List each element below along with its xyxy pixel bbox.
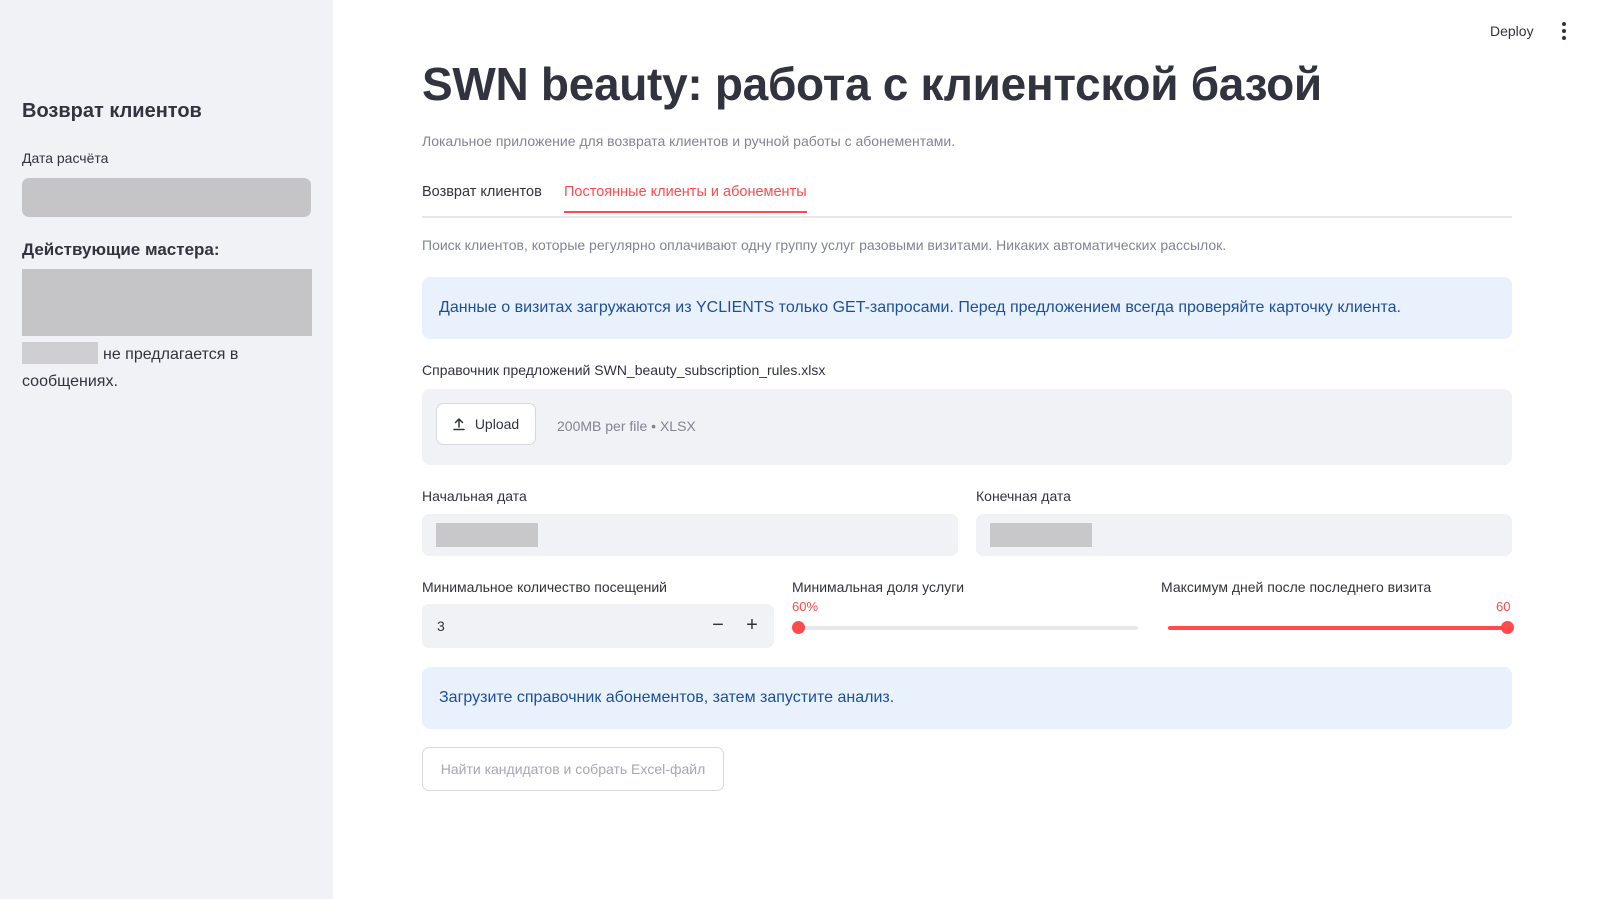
- tab-client-return[interactable]: Возврат клиентов: [422, 184, 542, 210]
- max-days-value: 60: [1496, 599, 1511, 614]
- deploy-button[interactable]: Deploy: [1490, 23, 1534, 39]
- status-alert-text: Загрузите справочник абонементов, затем …: [439, 689, 895, 706]
- min-share-label: Минимальная доля услуги: [792, 579, 965, 595]
- sidebar: Возврат клиентов Дата расчёта Действующи…: [0, 0, 333, 899]
- decrement-button[interactable]: −: [706, 614, 730, 638]
- slider-thumb[interactable]: [1501, 621, 1514, 634]
- redacted-block: [22, 342, 98, 364]
- info-alert: Данные о визитах загружаются из YCLIENTS…: [422, 277, 1512, 339]
- slider-thumb[interactable]: [792, 621, 805, 634]
- active-masters-list: [22, 269, 312, 336]
- file-dropzone[interactable]: Upload 200MB per file • XLSX: [422, 389, 1512, 465]
- tab-bar: Возврат клиентов Постоянные клиенты и аб…: [422, 184, 1512, 218]
- start-date-label: Начальная дата: [422, 488, 527, 504]
- find-candidates-button[interactable]: Найти кандидатов и собрать Excel-файл: [422, 747, 724, 791]
- status-alert: Загрузите справочник абонементов, затем …: [422, 667, 1512, 729]
- sidebar-note: не предлагается в сообщениях.: [22, 341, 322, 395]
- active-masters-label: Действующие мастера:: [22, 240, 220, 259]
- sidebar-title: Возврат клиентов: [22, 100, 202, 122]
- upload-button-label: Upload: [474, 416, 520, 432]
- upload-icon: [453, 418, 465, 431]
- min-share-value: 60%: [792, 599, 819, 614]
- min-share-slider[interactable]: [792, 620, 1138, 636]
- tab-description: Поиск клиентов, которые регулярно оплачи…: [422, 237, 1227, 253]
- max-days-slider[interactable]: [1168, 620, 1514, 636]
- min-visits-label: Минимальное количество посещений: [422, 579, 667, 595]
- min-visits-value[interactable]: 3: [437, 618, 445, 634]
- end-date-input[interactable]: [976, 514, 1512, 556]
- upload-button[interactable]: Upload: [436, 403, 536, 445]
- end-date-label: Конечная дата: [976, 488, 1071, 504]
- max-days-label: Максимум дней после последнего визита: [1161, 579, 1432, 595]
- calc-date-label: Дата расчёта: [22, 150, 109, 166]
- page-caption: Локальное приложение для возврата клиент…: [422, 133, 956, 149]
- tab-regular-clients[interactable]: Постоянные клиенты и абонементы: [564, 184, 807, 213]
- upload-hint: 200MB per file • XLSX: [557, 418, 696, 434]
- calc-date-input[interactable]: [22, 178, 311, 217]
- page-title: SWN beauty: работа с клиентской базой: [422, 58, 1322, 110]
- redacted-block: [990, 523, 1092, 547]
- redacted-block: [436, 523, 538, 547]
- info-alert-text: Данные о визитах загружаются из YCLIENTS…: [439, 299, 1401, 316]
- uploader-label: Справочник предложений SWN_beauty_subscr…: [422, 362, 826, 378]
- vertical-dots-icon[interactable]: [1561, 22, 1567, 42]
- min-visits-stepper[interactable]: 3 − +: [422, 604, 774, 648]
- slider-fill: [1168, 626, 1507, 630]
- start-date-input[interactable]: [422, 514, 958, 556]
- increment-button[interactable]: +: [740, 614, 764, 638]
